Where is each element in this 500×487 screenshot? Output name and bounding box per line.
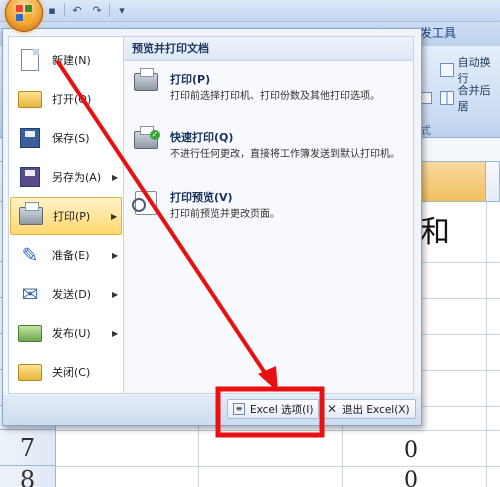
office-logo-icon bbox=[16, 5, 32, 21]
save-as-icon bbox=[16, 163, 44, 191]
cell-text-he: 和 bbox=[420, 215, 450, 250]
submenu-print[interactable]: 打印(P) 打印前选择打印机、打印份数及其他打印选项。 bbox=[130, 68, 406, 104]
excel-options-label: Excel 选项(I) bbox=[250, 403, 314, 416]
prepare-icon: ✎ bbox=[21, 243, 39, 267]
open-folder-icon bbox=[16, 85, 44, 113]
column-header[interactable] bbox=[486, 162, 500, 202]
redo-icon[interactable]: ↷ bbox=[89, 2, 105, 18]
submenu-quick-print[interactable]: ✓ 快速打印(Q) 不进行任何更改，直接将工作簿发送到默认打印机。 bbox=[130, 126, 406, 162]
row-header-8[interactable]: 8 bbox=[0, 466, 56, 487]
undo-icon[interactable]: ↶ bbox=[69, 2, 85, 18]
submenu-quick-print-desc: 不进行任何更改，直接将工作簿发送到默认打印机。 bbox=[170, 149, 400, 160]
toolbar-separator bbox=[64, 3, 65, 17]
cell-value: 0 bbox=[404, 468, 418, 487]
menu-item-label: 打开(O) bbox=[52, 93, 92, 106]
submenu-arrow-icon: ▶ bbox=[112, 250, 119, 260]
submenu-print-preview-title: 打印预览(V) bbox=[170, 191, 233, 204]
close-icon: ✕ bbox=[327, 402, 338, 416]
menu-item-publish[interactable]: 发布(U) ▶ bbox=[10, 314, 122, 352]
menu-item-label: 新建(N) bbox=[52, 54, 91, 67]
menu-item-label: 另存为(A) bbox=[52, 171, 102, 184]
office-menu-footer: ≡ Excel 选项(I) ✕ 退出 Excel(X) bbox=[3, 395, 421, 425]
save-disk-icon bbox=[16, 124, 44, 152]
grid-line bbox=[56, 430, 500, 431]
options-icon: ≡ bbox=[233, 403, 245, 415]
menu-item-label: 保存(S) bbox=[52, 132, 90, 145]
menu-item-open[interactable]: 打开(O) bbox=[10, 80, 122, 118]
menu-item-send[interactable]: ✉ 发送(D) ▶ bbox=[10, 275, 122, 313]
tab-developer[interactable]: 发工具 bbox=[420, 24, 456, 44]
exit-excel-button[interactable]: ✕ 退出 Excel(X) bbox=[321, 399, 416, 419]
customize-toolbar-icon[interactable]: ▾ bbox=[114, 2, 130, 18]
menu-item-save[interactable]: 保存(S) bbox=[10, 119, 122, 157]
print-preview-icon bbox=[130, 189, 162, 221]
submenu-arrow-icon: ▶ bbox=[112, 328, 119, 338]
menu-item-new[interactable]: 新建(N) bbox=[10, 41, 122, 79]
menu-item-label: 发布(U) bbox=[52, 327, 91, 340]
merge-center-button[interactable]: 合并后居 bbox=[440, 84, 500, 113]
grid-line bbox=[486, 202, 487, 487]
send-icon: ✉ bbox=[21, 282, 39, 306]
menu-item-label: 打印(P) bbox=[53, 210, 91, 223]
menu-item-label: 准备(E) bbox=[52, 249, 90, 262]
merge-cells-icon bbox=[440, 91, 454, 105]
submenu-print-desc: 打印前选择打印机、打印份数及其他打印选项。 bbox=[170, 91, 380, 102]
menu-item-label: 发送(D) bbox=[52, 288, 92, 301]
quick-print-icon: ✓ bbox=[130, 126, 162, 161]
title-bar: ▪ ↶ ↷ ▾ bbox=[0, 0, 500, 22]
print-submenu: 预览并打印文档 打印(P) 打印前选择打印机、打印份数及其他打印选项。 ✓ 快速… bbox=[124, 36, 414, 394]
menu-item-print[interactable]: 打印(P) ▶ bbox=[10, 197, 122, 235]
publish-icon bbox=[16, 319, 44, 347]
new-document-icon bbox=[16, 46, 44, 74]
submenu-title: 预览并打印文档 bbox=[124, 37, 413, 61]
menu-item-close[interactable]: 关闭(C) bbox=[10, 353, 122, 391]
submenu-print-title: 打印(P) bbox=[170, 73, 211, 86]
submenu-arrow-icon: ▶ bbox=[112, 172, 119, 182]
submenu-arrow-icon: ▶ bbox=[112, 289, 119, 299]
menu-item-prepare[interactable]: ✎ 准备(E) ▶ bbox=[10, 236, 122, 274]
submenu-quick-print-title: 快速打印(Q) bbox=[170, 131, 234, 144]
office-menu-commands: 新建(N) 打开(O) 保存(S) 另存为(A) ▶ 打印(P) ▶ ✎ 准备(… bbox=[8, 36, 124, 394]
row-header-7[interactable]: 7 bbox=[0, 430, 56, 466]
menu-item-save-as[interactable]: 另存为(A) ▶ bbox=[10, 158, 122, 196]
wrap-text-icon bbox=[440, 63, 454, 77]
wrap-text-button[interactable]: 自动换行 bbox=[440, 56, 500, 85]
save-icon[interactable]: ▪ bbox=[44, 2, 60, 18]
submenu-print-preview[interactable]: 打印预览(V) 打印前预览并更改页面。 bbox=[130, 189, 406, 222]
menu-item-label: 关闭(C) bbox=[52, 366, 91, 379]
quick-access-toolbar: ▪ ↶ ↷ ▾ bbox=[44, 2, 130, 18]
printer-icon bbox=[17, 202, 45, 230]
office-menu: 新建(N) 打开(O) 保存(S) 另存为(A) ▶ 打印(P) ▶ ✎ 准备(… bbox=[2, 28, 422, 426]
close-folder-icon bbox=[16, 358, 44, 386]
submenu-print-preview-desc: 打印前预览并更改页面。 bbox=[170, 209, 280, 220]
printer-icon bbox=[130, 68, 162, 103]
excel-options-button[interactable]: ≡ Excel 选项(I) bbox=[227, 399, 320, 419]
cell-value: 0 bbox=[404, 438, 418, 463]
toolbar-separator bbox=[109, 3, 110, 17]
grid-line bbox=[56, 466, 500, 467]
merge-center-label: 合并后居 bbox=[457, 84, 491, 113]
exit-excel-label: 退出 Excel(X) bbox=[342, 403, 410, 416]
submenu-arrow-icon: ▶ bbox=[111, 211, 118, 221]
